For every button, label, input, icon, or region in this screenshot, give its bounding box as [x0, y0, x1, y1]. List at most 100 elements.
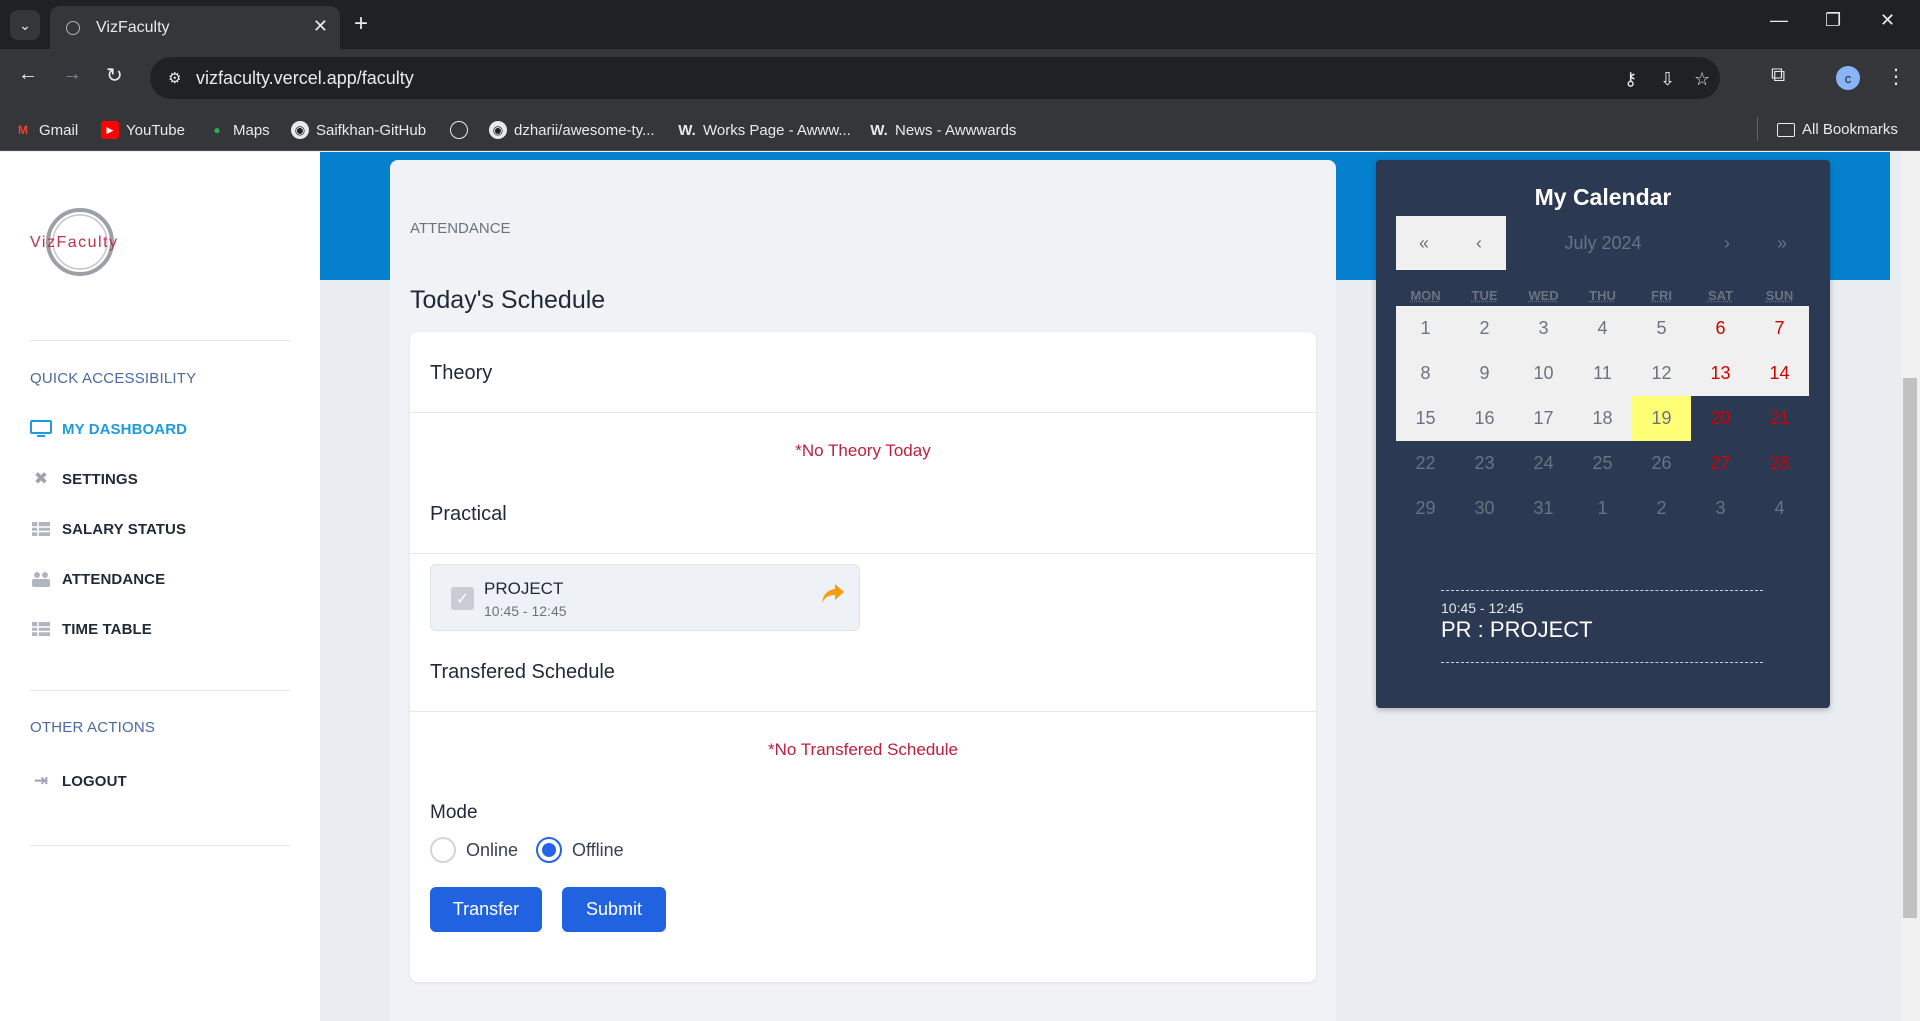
radio-circle[interactable]: [430, 837, 456, 863]
bookmark-globe[interactable]: [450, 121, 475, 139]
mode-label: Mode: [430, 802, 478, 823]
bookmark-saifkhan-github[interactable]: ◉ Saifkhan-GitHub: [291, 121, 426, 139]
forward-icon[interactable]: →: [62, 63, 82, 86]
sidebar-item-attendance[interactable]: ATTENDANCE: [30, 570, 165, 588]
calendar-day[interactable]: 24: [1514, 441, 1573, 486]
transfer-share-icon[interactable]: [821, 583, 845, 610]
calendar-day[interactable]: 14: [1750, 351, 1809, 396]
calendar-day[interactable]: 21: [1750, 396, 1809, 441]
maps-icon: ●: [213, 123, 221, 137]
sidebar-item-settings[interactable]: ✖ SETTINGS: [30, 469, 138, 488]
bookmarks-separator: [1757, 117, 1758, 141]
all-bookmarks[interactable]: All Bookmarks: [1777, 121, 1898, 138]
bookmark-news-awwwards[interactable]: W. News - Awwwards: [870, 121, 1016, 139]
calendar-day-today[interactable]: 19: [1632, 396, 1691, 441]
calendar-day[interactable]: 25: [1573, 441, 1632, 486]
prev-month-button[interactable]: ‹: [1452, 216, 1506, 270]
calendar-day[interactable]: 4: [1750, 486, 1809, 531]
bookmark-awesome-ty[interactable]: ◉ dzharii/awesome-ty...: [489, 121, 655, 139]
weekday-label: TUE: [1471, 288, 1498, 303]
bookmark-maps[interactable]: ● Maps: [208, 121, 269, 139]
install-app-icon[interactable]: ⇩: [1660, 69, 1675, 90]
weekday-label: MON: [1410, 288, 1441, 303]
sidebar-item-dashboard[interactable]: MY DASHBOARD: [30, 420, 187, 438]
close-window-icon[interactable]: ✕: [1880, 10, 1895, 31]
calendar-day[interactable]: 17: [1514, 396, 1573, 441]
calendar-day[interactable]: 20: [1691, 396, 1750, 441]
calendar-day[interactable]: 2: [1455, 306, 1514, 351]
radio-circle-selected[interactable]: [536, 837, 562, 863]
sidebar-item-salary-status[interactable]: SALARY STATUS: [30, 520, 186, 538]
attendance-card: ATTENDANCE Today's Schedule Theory *No T…: [390, 160, 1336, 1021]
new-tab-icon[interactable]: +: [354, 10, 368, 38]
restore-icon[interactable]: ❐: [1825, 10, 1841, 31]
github-icon: ◉: [489, 121, 507, 139]
bookmark-works-page[interactable]: W. Works Page - Awww...: [678, 121, 851, 139]
practical-item[interactable]: ✓ PROJECT 10:45 - 12:45: [430, 564, 860, 631]
calendar-day[interactable]: 9: [1455, 351, 1514, 396]
calendar-day[interactable]: 28: [1750, 441, 1809, 486]
sidebar-item-logout[interactable]: ⇥ LOGOUT: [30, 771, 127, 790]
calendar-day[interactable]: 15: [1396, 396, 1455, 441]
calendar-day[interactable]: 4: [1573, 306, 1632, 351]
sidebar-item-time-table[interactable]: TIME TABLE: [30, 620, 152, 638]
attendance-checkbox[interactable]: ✓: [451, 587, 474, 610]
back-icon[interactable]: ←: [18, 63, 38, 86]
calendar-day[interactable]: 30: [1455, 486, 1514, 531]
site-info-icon[interactable]: ⚙: [168, 69, 181, 87]
sidebar-item-label: MY DASHBOARD: [62, 420, 188, 438]
tab-search-dropdown-icon[interactable]: ⌄: [10, 10, 40, 40]
browser-tab-bar: ⌄ VizFaculty ✕ + — ❐ ✕: [0, 0, 1920, 49]
weekday-label: WED: [1528, 288, 1559, 303]
no-transfered-message: *No Transfered Schedule: [768, 740, 958, 759]
bookmark-label: dzharii/awesome-ty...: [514, 121, 655, 139]
calendar-day[interactable]: 6: [1691, 306, 1750, 351]
calendar-day[interactable]: 3: [1514, 306, 1573, 351]
calendar-day[interactable]: 12: [1632, 351, 1691, 396]
bookmark-star-icon[interactable]: ☆: [1694, 69, 1710, 90]
calendar-day[interactable]: 18: [1573, 396, 1632, 441]
sidebar-item-label: SETTINGS: [62, 470, 138, 488]
calendar-day[interactable]: 13: [1691, 351, 1750, 396]
calendar-day[interactable]: 11: [1573, 351, 1632, 396]
prev-year-button[interactable]: «: [1396, 216, 1452, 270]
calendar-day[interactable]: 3: [1691, 486, 1750, 531]
calendar-day[interactable]: 10: [1514, 351, 1573, 396]
mode-offline-radio[interactable]: Offline: [536, 837, 624, 863]
calendar-day[interactable]: 1: [1573, 486, 1632, 531]
calendar-month-label[interactable]: July 2024: [1506, 216, 1700, 270]
calendar-day[interactable]: 22: [1396, 441, 1455, 486]
transfer-button[interactable]: Transfer: [430, 887, 542, 932]
bookmark-youtube[interactable]: ▶ YouTube: [101, 121, 185, 139]
bookmark-gmail[interactable]: M Gmail: [14, 121, 78, 139]
calendar-day[interactable]: 8: [1396, 351, 1455, 396]
calendar-day[interactable]: 5: [1632, 306, 1691, 351]
tab-title: VizFaculty: [96, 18, 170, 36]
next-month-button[interactable]: ›: [1700, 216, 1754, 270]
radio-label: Online: [466, 839, 519, 860]
submit-button[interactable]: Submit: [562, 887, 666, 932]
minimize-icon[interactable]: —: [1770, 10, 1788, 31]
scrollbar-thumb[interactable]: [1903, 378, 1917, 918]
calendar-day[interactable]: 16: [1455, 396, 1514, 441]
calendar-day[interactable]: 23: [1455, 441, 1514, 486]
menu-kebab-icon[interactable]: ⋮: [1886, 64, 1906, 89]
password-key-icon[interactable]: ⚷: [1624, 69, 1637, 90]
calendar-day[interactable]: 29: [1396, 486, 1455, 531]
calendar-day[interactable]: 7: [1750, 306, 1809, 351]
mode-online-radio[interactable]: Online: [430, 837, 518, 863]
next-year-button[interactable]: »: [1754, 216, 1810, 270]
vizfaculty-logo[interactable]: VizFaculty: [30, 206, 138, 276]
calendar-day[interactable]: 27: [1691, 441, 1750, 486]
calendar-day[interactable]: 1: [1396, 306, 1455, 351]
browser-tab[interactable]: VizFaculty ✕: [50, 6, 340, 49]
calendar-day[interactable]: 26: [1632, 441, 1691, 486]
calendar-day[interactable]: 31: [1514, 486, 1573, 531]
address-bar[interactable]: ⚙ vizfaculty.vercel.app/faculty ⚷ ⇩ ☆: [150, 57, 1720, 99]
extensions-icon[interactable]: ⧉: [1771, 64, 1785, 87]
profile-avatar[interactable]: c: [1836, 66, 1860, 90]
calendar-day[interactable]: 2: [1632, 486, 1691, 531]
reload-icon[interactable]: ↻: [106, 63, 123, 88]
divider: [410, 412, 1316, 413]
tab-close-icon[interactable]: ✕: [313, 16, 328, 37]
